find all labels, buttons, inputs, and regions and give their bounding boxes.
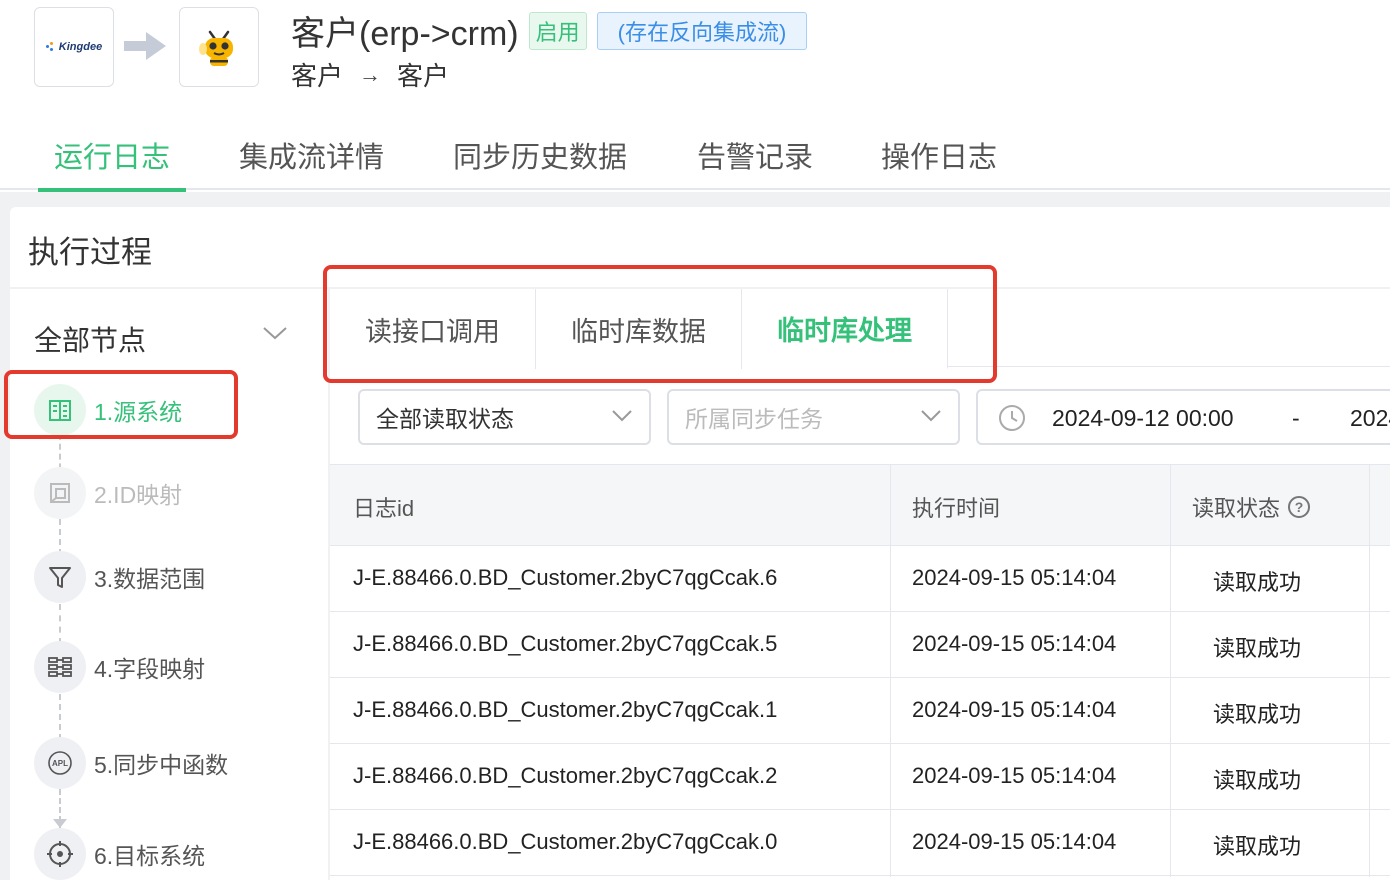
table-header: 日志id 执行时间 读取状态 ? [330,464,1390,546]
cell-exec-time: 2024-09-15 05:14:04 [912,565,1117,590]
flow-subtitle: 客户 → 客户 [291,56,449,93]
cell-log-id: J-E.88466.0.BD_Customer.2byC7qgCcak.2 [353,763,778,788]
cell-exec-time: 2024-09-15 05:14:04 [912,697,1117,722]
date-separator: - [1292,405,1300,431]
column-divider [890,464,891,877]
column-header-log-id: 日志id [353,496,415,521]
svg-text:APL: APL [52,759,68,768]
node-icon-wrap [34,551,86,603]
node-label: 4.字段映射 [94,656,206,682]
chevron-down-icon[interactable] [262,325,288,341]
chevron-down-icon [921,410,941,422]
target-icon [47,841,73,867]
all-nodes-dropdown-label[interactable]: 全部节点 [34,319,146,359]
node-icon-wrap [34,641,86,693]
clock-icon [999,405,1025,431]
status-badge: 启用 [528,11,587,50]
kingdee-logo: Kingdee [45,41,103,53]
cell-log-id: J-E.88466.0.BD_Customer.2byC7qgCcak.0 [353,829,778,854]
tab-run-log[interactable]: 运行日志 [37,134,187,192]
id-mapping-icon [50,483,70,503]
tab-flow-details[interactable]: 集成流详情 [239,134,384,190]
cell-log-id: J-E.88466.0.BD_Customer.2byC7qgCcak.6 [353,565,778,590]
table-row[interactable]: J-E.88466.0.BD_Customer.2byC7qgCcak.1 20… [330,678,1390,744]
flow-title-row: 客户(erp->crm) 启用 (存在反向集成流) [291,6,808,55]
node-sidebar: 全部节点 1.源系统 2.ID映射 3.数据范围 4.字段映射 APL 5.同步… [10,289,328,880]
date-start[interactable]: 2024-09-12 00:00 [1052,405,1234,432]
table-row[interactable]: J-E.88466.0.BD_Customer.2byC7qgCcak.2 20… [330,744,1390,810]
node-label: 2.ID映射 [94,482,183,508]
flow-arrow-icon [124,32,166,60]
node-label: 6.目标系统 [94,843,206,869]
subtitle-target-object: 客户 [397,61,450,91]
node-icon-wrap [34,828,86,880]
cell-read-status: 读取成功 [1213,570,1302,595]
node-label: 5.同步中函数 [94,752,229,778]
cell-log-id: J-E.88466.0.BD_Customer.2byC7qgCcak.1 [353,697,778,722]
bee-logo-icon [199,30,233,66]
cell-exec-time: 2024-09-15 05:14:04 [912,763,1117,788]
help-icon[interactable]: ? [1288,496,1311,518]
filter-icon [49,567,71,588]
read-status-select[interactable]: 全部读取状态 [358,389,651,445]
sync-task-placeholder: 所属同步任务 [685,406,823,432]
subtab-temp-db-processing[interactable]: 临时库处理 [742,289,948,369]
source-system-logo: Kingdee [34,7,114,87]
reverse-flow-badge[interactable]: (存在反向集成流) [596,11,808,50]
node-connector [59,694,61,740]
section-title: 执行过程 [28,235,152,270]
node-data-range[interactable]: 3.数据范围 [34,550,205,604]
kingdee-dots-icon [45,42,56,52]
tab-operation-log[interactable]: 操作日志 [881,134,997,190]
cell-read-status: 读取成功 [1213,834,1302,859]
sub-tabs: 读接口调用 临时库数据 临时库处理 [330,289,1390,369]
date-range-picker[interactable]: 2024-09-12 00:00 - 2024 [976,389,1390,445]
right-arrow-icon: → [359,61,382,87]
header: Kingdee 客户(erp->crm) 启用 (存在反向集成流) 客户 → 客… [0,0,1390,110]
read-status-value: 全部读取状态 [376,406,514,432]
column-header-exec-time: 执行时间 [912,496,1001,521]
node-label: 3.数据范围 [94,566,206,592]
main-tabs: 运行日志 集成流详情 同步历史数据 告警记录 操作日志 [0,124,1390,192]
node-target-system[interactable]: 6.目标系统 [34,827,205,881]
node-icon-wrap: APL [34,737,86,789]
kingdee-logo-text: Kingdee [58,41,103,53]
node-id-mapping[interactable]: 2.ID映射 [34,466,182,520]
column-divider [1170,464,1171,877]
log-panel: 读接口调用 临时库数据 临时库处理 全部读取状态 所属同步任务 2024-09-… [330,289,1390,880]
cell-read-status: 读取成功 [1213,636,1302,661]
target-system-logo [179,7,259,87]
date-end[interactable]: 2024 [1350,405,1390,432]
sync-task-select[interactable]: 所属同步任务 [667,389,960,445]
cell-read-status: 读取成功 [1213,702,1302,727]
table-row[interactable]: J-E.88466.0.BD_Customer.2byC7qgCcak.5 20… [330,612,1390,678]
node-field-mapping[interactable]: 4.字段映射 [34,640,205,694]
node-icon-wrap [34,384,86,436]
table-row[interactable]: J-E.88466.0.BD_Customer.2byC7qgCcak.0 20… [330,810,1390,876]
node-sync-function[interactable]: APL 5.同步中函数 [34,736,228,790]
subtab-temp-db-data[interactable]: 临时库数据 [536,289,742,369]
chevron-down-icon [612,410,632,422]
apl-icon: APL [48,751,72,775]
building-icon [49,400,71,421]
flow-title: 客户(erp->crm) [291,15,519,53]
node-label: 1.源系统 [94,399,183,425]
cell-read-status: 读取成功 [1213,768,1302,793]
column-divider [1369,464,1370,877]
cell-log-id: J-E.88466.0.BD_Customer.2byC7qgCcak.5 [353,631,778,656]
node-connector [59,604,61,644]
table-row[interactable]: J-E.88466.0.BD_Customer.2byC7qgCcak.6 20… [330,546,1390,612]
subtab-read-api-call[interactable]: 读接口调用 [330,289,536,369]
subtitle-source-object: 客户 [291,61,344,91]
tab-sync-history[interactable]: 同步历史数据 [453,134,627,190]
tab-alert-records[interactable]: 告警记录 [697,134,813,190]
field-mapping-icon [48,657,72,677]
cell-exec-time: 2024-09-15 05:14:04 [912,829,1117,854]
execution-section-header: 执行过程 [10,207,1390,287]
cell-exec-time: 2024-09-15 05:14:04 [912,631,1117,656]
node-icon-wrap [34,467,86,519]
node-source-system[interactable]: 1.源系统 [34,383,182,437]
column-header-read-status: 读取状态 ? [1192,491,1311,523]
